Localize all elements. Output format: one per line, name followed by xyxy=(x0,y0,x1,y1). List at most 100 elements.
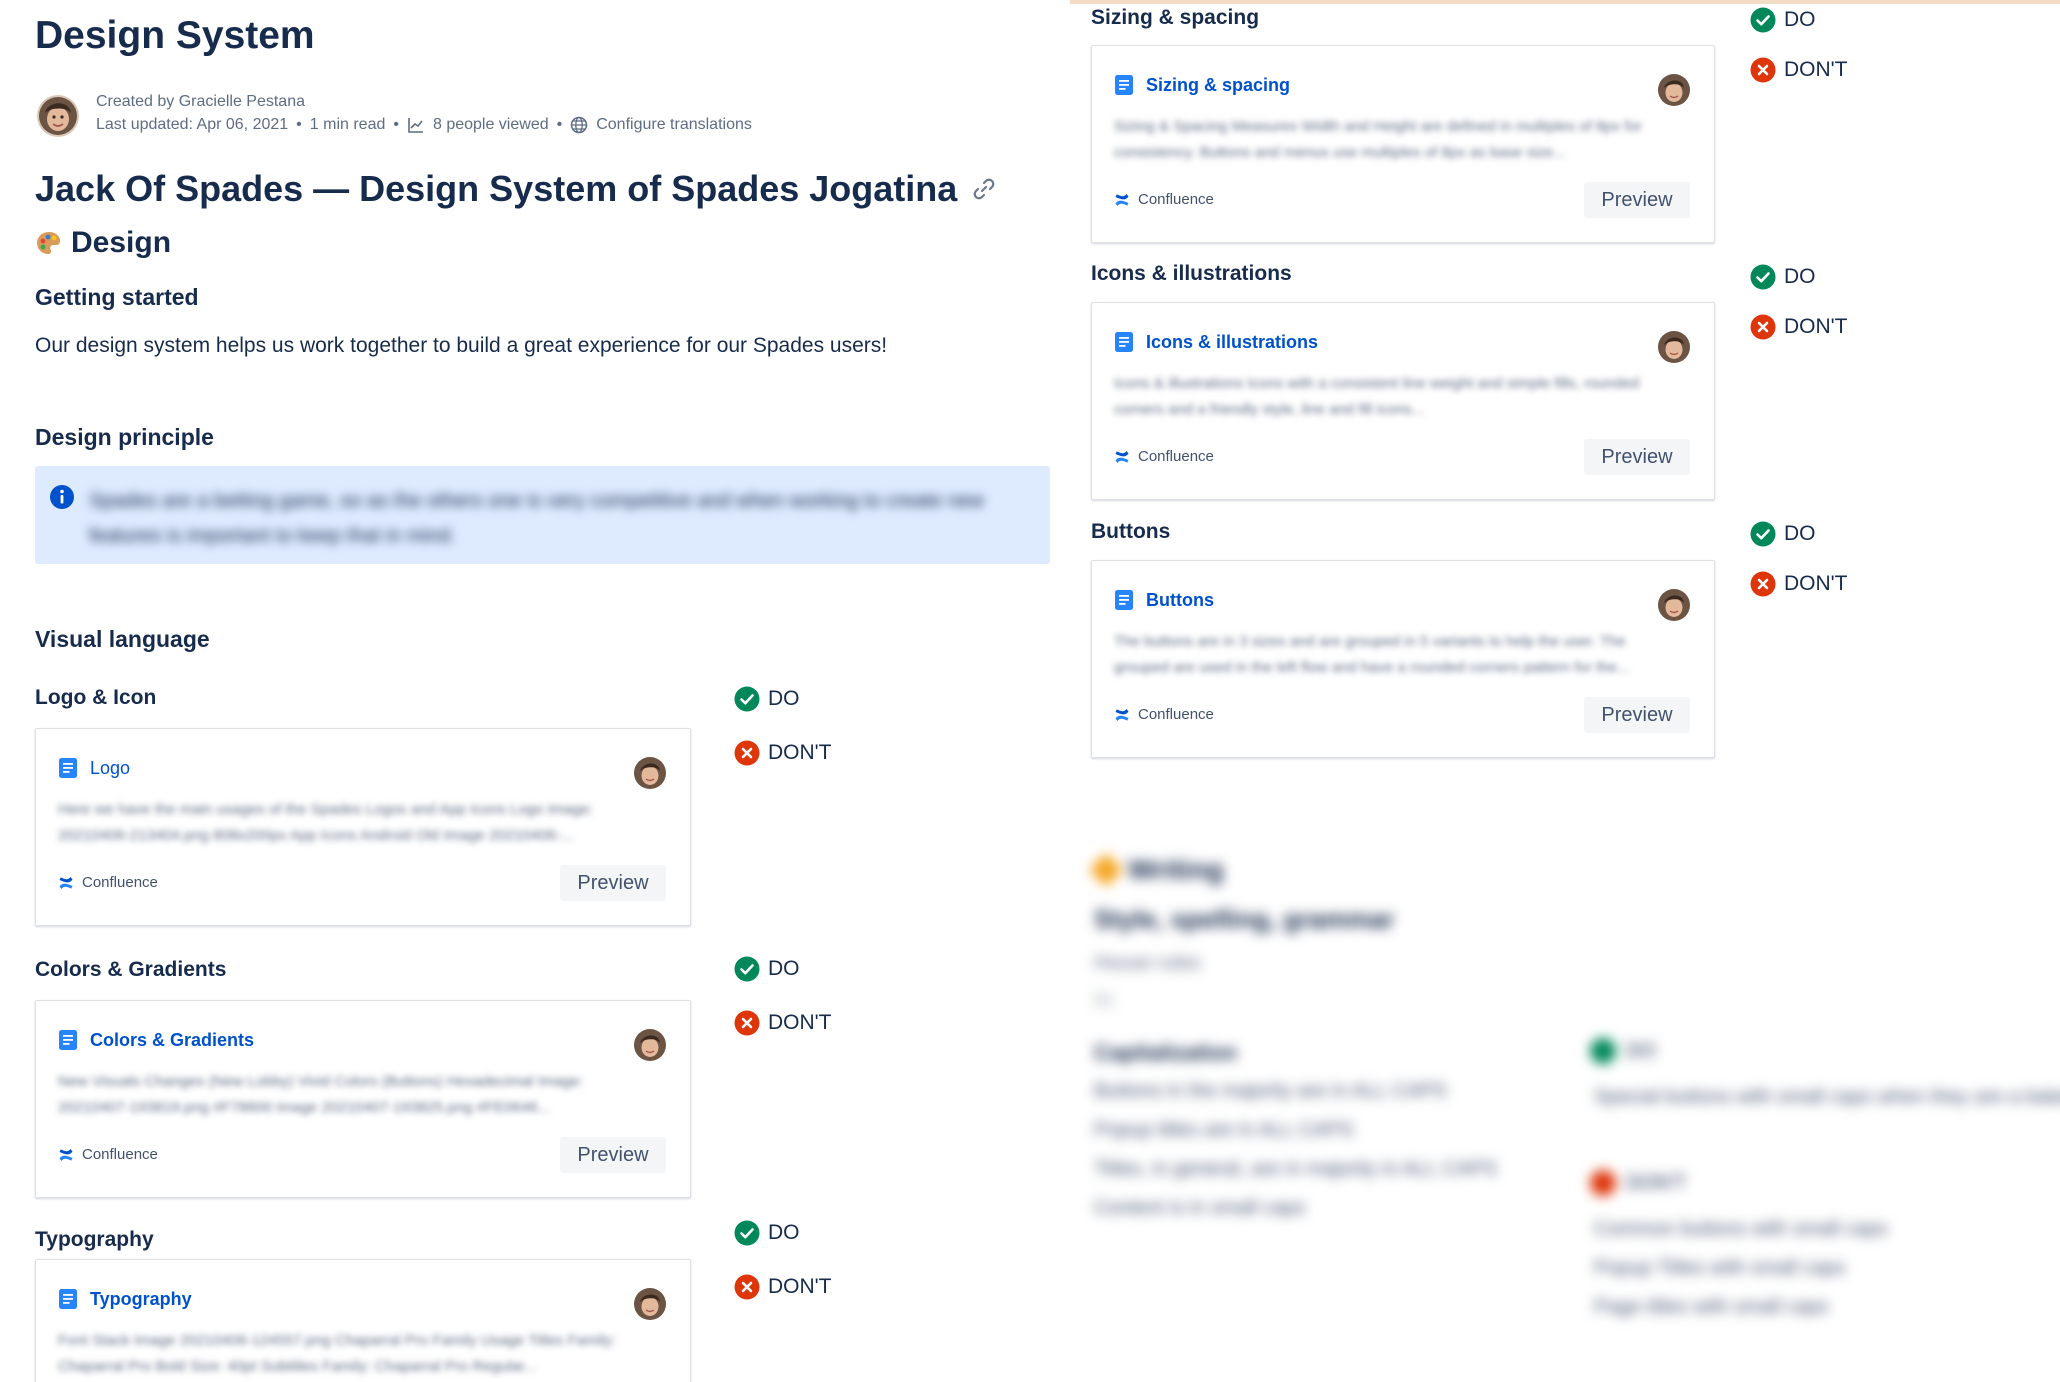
last-updated[interactable]: Last updated: Apr 06, 2021 xyxy=(96,116,288,134)
writing-section-blurred: Writing Style, spelling, grammar House r… xyxy=(1070,840,2060,1382)
document-title-text: Jack Of Spades — Design System of Spades… xyxy=(35,168,958,209)
house-rules: House rules xyxy=(1094,952,1201,974)
card-title[interactable]: Icons & illustrations xyxy=(1146,332,1318,353)
dont-label: DON'T xyxy=(1784,58,1848,81)
meta-line: Last updated: Apr 06, 2021 • 1 min read … xyxy=(96,116,752,134)
card-source-label: Confluence xyxy=(1138,706,1214,723)
right-column: Sizing & spacing Sizing & spacing Sizing… xyxy=(1070,0,2060,1382)
separator-dot: • xyxy=(296,116,302,133)
smart-link-card-logo[interactable]: Logo Here we have the main usages of the… xyxy=(35,728,691,926)
page-title: Design System xyxy=(35,14,315,57)
card-header: Sizing & spacing xyxy=(1114,74,1290,96)
card-excerpt: Here we have the main usages of the Spad… xyxy=(58,801,594,844)
author-avatar[interactable] xyxy=(37,95,79,137)
preview-button[interactable]: Preview xyxy=(1584,182,1690,218)
card-source-label: Confluence xyxy=(1138,191,1214,208)
card-source: Confluence xyxy=(1114,448,1214,465)
writing-dont-status: DON'T xyxy=(1590,1170,1686,1196)
list-item: Popup titles are in ALL CAPS xyxy=(1094,1119,1354,1141)
separator-dot: • xyxy=(556,116,563,133)
card-source-label: Confluence xyxy=(1138,448,1214,465)
preview-button[interactable]: Preview xyxy=(560,1137,666,1173)
card-source-label: Confluence xyxy=(82,874,158,891)
card-source: Confluence xyxy=(58,874,158,891)
writing-title: Writing xyxy=(1128,854,1224,885)
dont-status: DON'T xyxy=(734,1010,832,1036)
card-excerpt: The buttons are in 3 sizes and are group… xyxy=(1114,633,1630,676)
cross-circle-icon xyxy=(1590,1170,1616,1196)
confluence-icon xyxy=(1114,192,1130,208)
smart-link-card-colors[interactable]: Colors & Gradients New Visuals Changes (… xyxy=(35,1000,691,1198)
list-item: Common buttons with small caps xyxy=(1594,1218,1888,1240)
created-by[interactable]: Created by Gracielle Pestana xyxy=(96,93,305,111)
writing-subtitle: Style, spelling, grammar xyxy=(1094,904,1395,934)
dont-label: DON'T xyxy=(768,1275,832,1298)
card-title[interactable]: Sizing & spacing xyxy=(1146,75,1290,96)
info-panel-text: Spades are a betting game, so as the oth… xyxy=(89,490,984,547)
author-avatar xyxy=(634,1288,666,1320)
writing-do-status: DO xyxy=(1590,1038,1656,1064)
preview-button[interactable]: Preview xyxy=(560,865,666,901)
do-label: DO xyxy=(1626,1039,1656,1062)
do-list: Special buttons with small caps when the… xyxy=(1594,1086,2060,1125)
cross-circle-icon xyxy=(734,740,760,766)
top-divider xyxy=(1070,0,2060,4)
check-circle-icon xyxy=(1750,521,1776,547)
intro-text: Our design system helps us work together… xyxy=(35,334,888,357)
configure-translations-link[interactable]: Configure translations xyxy=(596,116,752,134)
smart-link-card-buttons[interactable]: Buttons The buttons are in 3 sizes and a… xyxy=(1091,560,1715,758)
link-icon[interactable] xyxy=(971,176,997,202)
check-circle-icon xyxy=(734,1220,760,1246)
design-heading: Design xyxy=(35,226,171,260)
card-title[interactable]: Logo xyxy=(90,758,130,779)
card-source: Confluence xyxy=(1114,706,1214,723)
list-item: Page titles with small caps xyxy=(1594,1296,1829,1318)
document-title: Jack Of Spades — Design System of Spades… xyxy=(35,168,997,210)
card-title[interactable]: Typography xyxy=(90,1289,192,1310)
author-avatar xyxy=(1658,74,1690,106)
smart-link-card-icons[interactable]: Icons & illustrations Icons & illustrati… xyxy=(1091,302,1715,500)
section-heading-icons-illustrations: Icons & illustrations xyxy=(1091,262,1292,285)
card-excerpt: Icons & illustrations Icons with a consi… xyxy=(1114,375,1640,418)
section-heading-colors-gradients: Colors & Gradients xyxy=(35,958,227,981)
preview-button[interactable]: Preview xyxy=(1584,697,1690,733)
design-principle-heading: Design principle xyxy=(35,424,214,450)
cross-circle-icon xyxy=(734,1274,760,1300)
card-source: Confluence xyxy=(58,1146,158,1163)
author-avatar xyxy=(1658,331,1690,363)
list-item: Content is in small caps xyxy=(1094,1197,1306,1219)
confluence-icon xyxy=(58,875,74,891)
page-icon xyxy=(58,757,78,779)
do-label: DO xyxy=(1784,265,1816,288)
dont-list: Common buttons with small caps Popup Tit… xyxy=(1594,1218,1887,1335)
list-item: Titles, in general, are in majority in A… xyxy=(1094,1158,1498,1180)
card-header: Buttons xyxy=(1114,589,1214,611)
page-icon xyxy=(58,1288,78,1310)
section-heading-buttons: Buttons xyxy=(1091,520,1171,543)
writing-heading: Writing xyxy=(1089,853,1224,887)
views-count[interactable]: 8 people viewed xyxy=(433,116,549,134)
dont-status: DON'T xyxy=(734,1274,832,1300)
smart-link-card-sizing[interactable]: Sizing & spacing Sizing & Spacing Measur… xyxy=(1091,45,1715,243)
author-avatar xyxy=(634,757,666,789)
smart-link-card-typography[interactable]: Typography Font Stack Image 20210406-124… xyxy=(35,1259,691,1382)
author-avatar xyxy=(634,1029,666,1061)
do-status: DO xyxy=(734,956,800,982)
dont-status: DON'T xyxy=(734,740,832,766)
confluence-icon xyxy=(1114,449,1130,465)
cross-circle-icon xyxy=(734,1010,760,1036)
dont-label: DON'T xyxy=(1626,1171,1687,1194)
do-label: DO xyxy=(768,1221,800,1244)
dont-label: DON'T xyxy=(768,1011,832,1034)
do-label: DO xyxy=(1784,8,1816,31)
left-column: Design System Created by Gracielle Pesta… xyxy=(0,0,1070,1382)
card-title[interactable]: Buttons xyxy=(1146,590,1214,611)
card-source-label: Confluence xyxy=(82,1146,158,1163)
do-label: DO xyxy=(768,687,800,710)
check-circle-icon xyxy=(1750,7,1776,33)
visual-language-heading: Visual language xyxy=(35,626,210,652)
confluence-icon xyxy=(1114,707,1130,723)
page-icon xyxy=(58,1029,78,1051)
card-title[interactable]: Colors & Gradients xyxy=(90,1030,254,1051)
preview-button[interactable]: Preview xyxy=(1584,439,1690,475)
